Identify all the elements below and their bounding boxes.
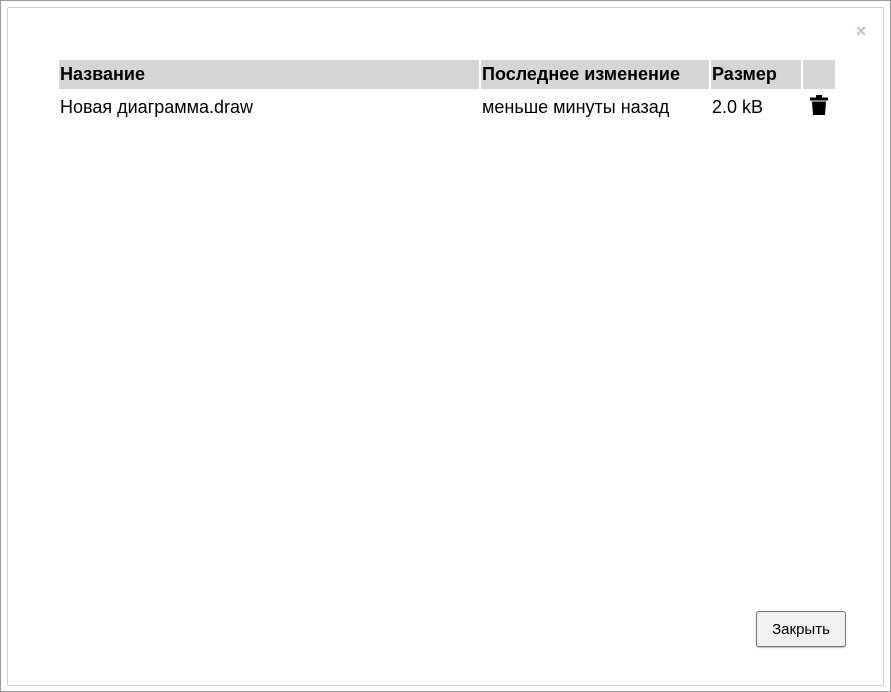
dialog: × Название Последнее изменение Размер Но…: [0, 0, 891, 692]
file-modified: меньше минуты назад: [482, 97, 670, 117]
column-header-modified[interactable]: Последнее изменение: [481, 60, 709, 89]
table-row[interactable]: Новая диаграмма.draw меньше минуты назад…: [59, 91, 835, 124]
file-name[interactable]: Новая диаграмма.draw: [59, 91, 479, 124]
close-button[interactable]: Закрыть: [756, 611, 846, 647]
trash-icon[interactable]: [810, 95, 828, 120]
table-header-row: Название Последнее изменение Размер: [59, 60, 835, 89]
trash-icon-svg: [810, 95, 828, 115]
file-actions: [803, 91, 835, 124]
files-table: Название Последнее изменение Размер Нова…: [57, 58, 837, 126]
close-icon[interactable]: ×: [854, 22, 868, 40]
column-header-actions: [803, 60, 835, 89]
file-size: 2.0 kB: [712, 97, 764, 117]
column-header-size[interactable]: Размер: [711, 60, 801, 89]
column-header-name[interactable]: Название: [59, 60, 479, 89]
